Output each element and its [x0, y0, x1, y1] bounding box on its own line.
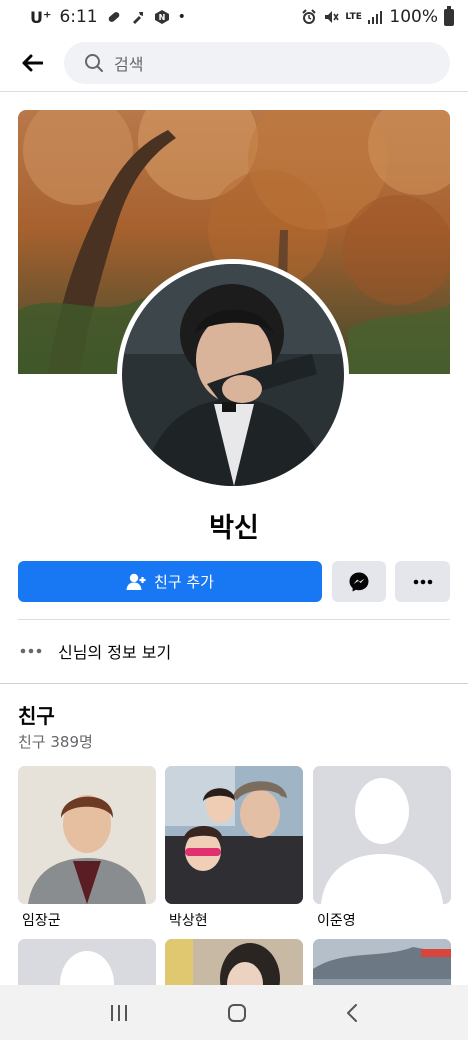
carrier-label: U⁺ — [30, 7, 52, 27]
ellipsis-icon — [20, 648, 42, 654]
system-nav-bar — [0, 985, 468, 1040]
profile-name: 박신 — [209, 513, 259, 544]
top-header: 검색 — [0, 34, 468, 92]
messenger-icon — [349, 572, 369, 591]
home-icon[interactable] — [227, 1003, 247, 1023]
header-divider — [0, 91, 468, 92]
profile-avatar[interactable] — [117, 259, 349, 491]
recent-apps-icon[interactable] — [109, 1004, 129, 1022]
clock: 6:11 — [59, 7, 98, 27]
friend-photo[interactable] — [165, 766, 303, 904]
pill-icon — [108, 12, 119, 22]
friend-name[interactable]: 임장군 — [18, 910, 156, 930]
dot-icon: • — [177, 9, 186, 25]
friend-card[interactable]: 임장군 — [18, 766, 156, 930]
back-nav-icon[interactable] — [345, 1003, 359, 1023]
view-info-label: 신님의 정보 보기 — [58, 643, 172, 662]
search-placeholder: 검색 — [114, 55, 144, 74]
battery-percent: 100% — [389, 7, 438, 27]
friend-card[interactable]: 박상현 — [165, 766, 303, 930]
add-friend-button[interactable]: 친구 추가 — [18, 561, 322, 602]
more-dots-icon — [413, 579, 432, 584]
battery-icon — [444, 5, 454, 26]
status-bar: U⁺ 6:11 N • LTE 100% — [0, 0, 468, 34]
mute-icon — [325, 11, 340, 23]
friend-name[interactable]: 이준영 — [313, 910, 451, 930]
svg-text:N: N — [158, 13, 165, 22]
network-label: LTE — [345, 11, 362, 22]
divider — [18, 619, 450, 620]
add-friend-icon — [126, 573, 146, 590]
friend-photo-placeholder[interactable] — [313, 766, 451, 904]
more-options-button[interactable] — [395, 561, 450, 602]
friend-name[interactable]: 박상현 — [165, 910, 303, 930]
friends-count[interactable]: 친구 389명 — [18, 731, 93, 752]
friend-card[interactable]: 이준영 — [313, 766, 451, 930]
search-input[interactable]: 검색 — [64, 42, 450, 84]
friends-section-title: 친구 — [18, 704, 55, 728]
tool-icon — [132, 12, 143, 24]
messenger-button[interactable] — [332, 561, 386, 602]
alarm-icon — [302, 9, 317, 24]
view-info-link[interactable]: 신님의 정보 보기 — [18, 632, 450, 670]
signal-icon — [368, 11, 383, 24]
default-avatar-icon — [313, 766, 451, 904]
back-button[interactable] — [14, 48, 50, 78]
n-app-icon: N — [154, 10, 169, 24]
section-divider — [0, 683, 468, 684]
back-arrow-icon — [22, 54, 43, 72]
friend-photo[interactable] — [18, 766, 156, 904]
search-icon — [85, 54, 103, 72]
add-friend-label: 친구 추가 — [154, 573, 214, 591]
